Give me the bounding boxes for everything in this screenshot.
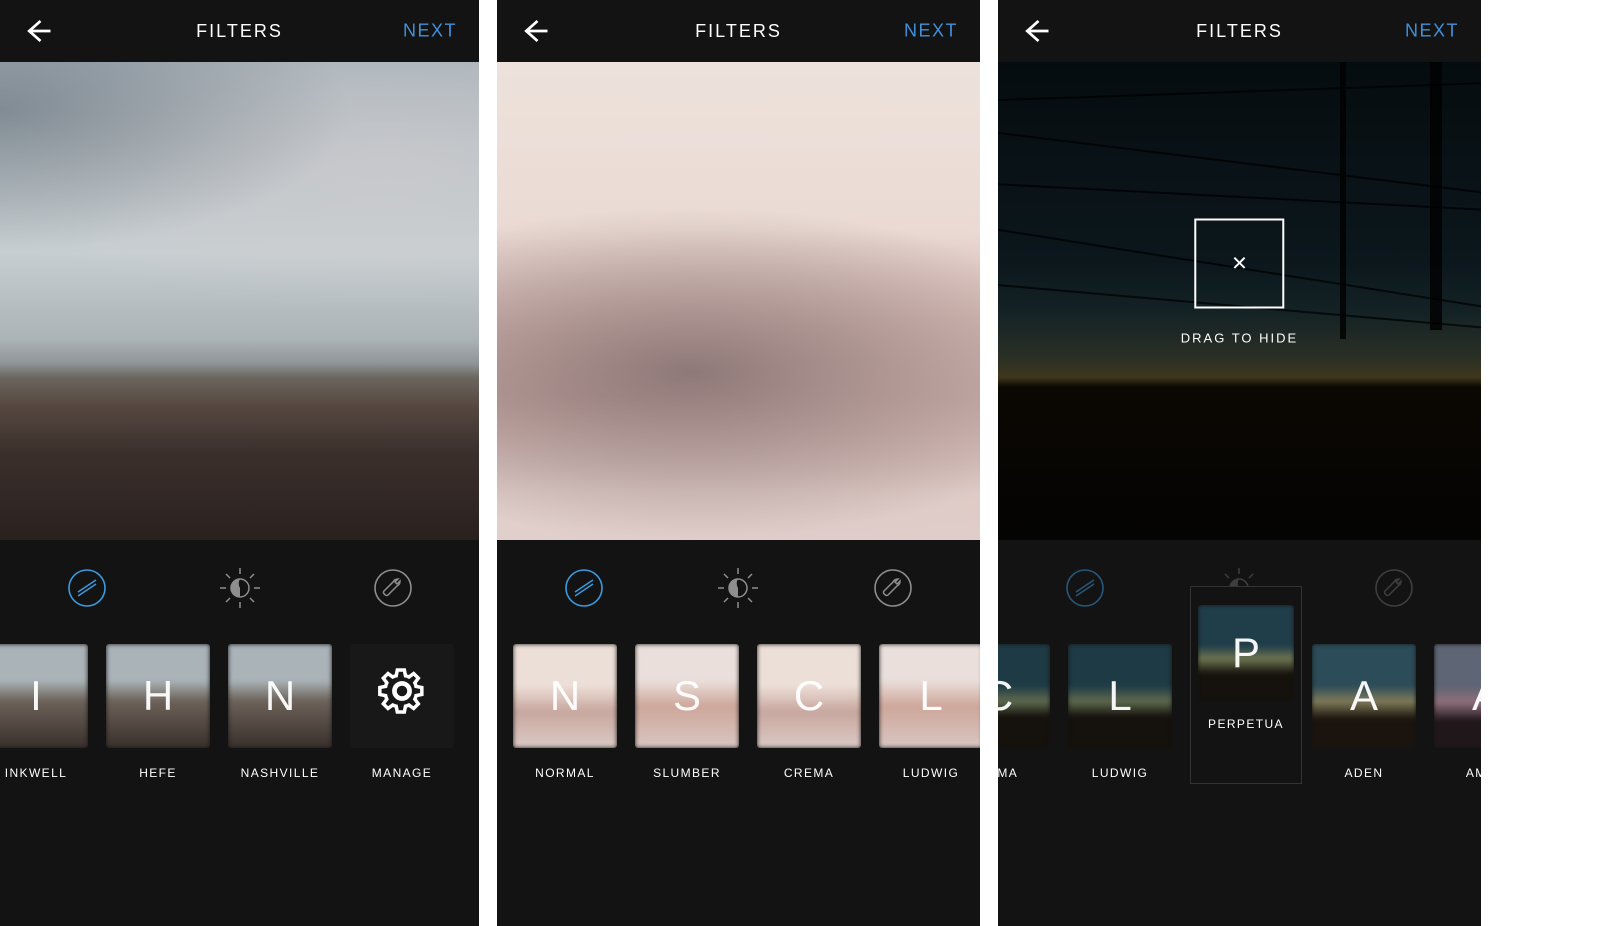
edit-tools-row <box>0 540 479 636</box>
next-button[interactable]: NEXT <box>1405 21 1459 42</box>
app-header: FILTERS NEXT <box>497 0 980 62</box>
dragged-filter-tile[interactable]: P PERPETUA <box>1190 586 1302 784</box>
filter-nashville[interactable]: N NASHVILLE <box>228 644 332 780</box>
filter-thumb-letter: S <box>635 644 739 748</box>
app-header: FILTERS NEXT <box>0 0 479 62</box>
app-header: FILTERS NEXT <box>998 0 1481 62</box>
back-button[interactable] <box>515 11 555 51</box>
filter-tab-button[interactable] <box>59 560 115 616</box>
edit-tools-row <box>497 540 980 636</box>
filter-label: CREMA <box>784 766 834 780</box>
filter-thumb-letter: N <box>228 644 332 748</box>
filter-label: INKWELL <box>5 766 67 780</box>
filter-thumb-letter: N <box>513 644 617 748</box>
header-title: FILTERS <box>1196 21 1283 42</box>
filter-thumb-letter: H <box>106 644 210 748</box>
screen-filters-beach: FILTERS NEXT I INKWELL <box>0 0 479 926</box>
next-button[interactable]: NEXT <box>904 21 958 42</box>
filter-label: NASHVILLE <box>241 766 320 780</box>
filter-label: ADEN <box>1345 766 1384 780</box>
photo-preview[interactable] <box>0 62 479 540</box>
drag-to-hide-label: DRAG TO HIDE <box>1181 330 1298 345</box>
header-title: FILTERS <box>695 21 782 42</box>
tools-tab-button[interactable] <box>1366 560 1422 616</box>
filter-thumb-letter: C <box>757 644 861 748</box>
back-button[interactable] <box>1016 11 1056 51</box>
tools-tab-button[interactable] <box>865 560 921 616</box>
back-arrow-icon <box>1021 16 1051 46</box>
filter-tab-button[interactable] <box>556 560 612 616</box>
filter-label: REMA <box>998 766 1018 780</box>
filter-tab-button[interactable] <box>1057 560 1113 616</box>
filter-thumb-letter: L <box>879 644 980 748</box>
filter-amaro-partial[interactable]: A AMAR <box>1434 644 1481 780</box>
filter-thumb-letter: A <box>1312 644 1416 748</box>
screen-filters-draghide: FILTERS NEXT × DRAG TO HIDE <box>998 0 1481 926</box>
hide-drop-zone[interactable]: × <box>1195 218 1285 308</box>
filter-crema-partial[interactable]: C REMA <box>998 644 1050 780</box>
back-arrow-icon <box>520 16 550 46</box>
lux-button[interactable] <box>212 560 268 616</box>
filter-aden[interactable]: A ADEN <box>1312 644 1416 780</box>
filter-thumb-letter: P <box>1198 605 1294 701</box>
filter-thumb-letter: A <box>1434 644 1481 748</box>
filter-strip[interactable]: I INKWELL H HEFE N NASHVILLE <box>0 636 479 886</box>
next-button[interactable]: NEXT <box>403 21 457 42</box>
filter-slumber[interactable]: S SLUMBER <box>635 644 739 780</box>
filter-crema[interactable]: C CREMA <box>757 644 861 780</box>
preview-image <box>0 62 479 540</box>
filter-normal[interactable]: N NORMAL <box>513 644 617 780</box>
drag-to-hide-target[interactable]: × DRAG TO HIDE <box>1181 218 1298 345</box>
filter-label: AMAR <box>1466 766 1481 780</box>
filter-strip[interactable]: N NORMAL S SLUMBER C CREMA L LUDWIG <box>497 636 980 886</box>
filter-label: HEFE <box>139 766 177 780</box>
close-icon: × <box>1232 248 1247 279</box>
back-button[interactable] <box>18 11 58 51</box>
filter-label: LUDWIG <box>903 766 959 780</box>
filter-ludwig[interactable]: L LUDWIG <box>879 644 980 780</box>
filter-label: PERPETUA <box>1208 717 1284 731</box>
filter-label: NORMAL <box>535 766 595 780</box>
back-arrow-icon <box>23 16 53 46</box>
filter-label: LUDWIG <box>1092 766 1148 780</box>
filter-thumb-letter: I <box>0 644 88 748</box>
filter-hefe[interactable]: H HEFE <box>106 644 210 780</box>
filter-ludwig[interactable]: L LUDWIG <box>1068 644 1172 780</box>
tools-tab-button[interactable] <box>365 560 421 616</box>
gear-icon <box>374 663 430 729</box>
preview-image <box>497 62 980 540</box>
filter-thumb-letter: L <box>1068 644 1172 748</box>
photo-preview[interactable] <box>497 62 980 540</box>
filter-manage[interactable]: MANAGE <box>350 644 454 780</box>
filter-label: SLUMBER <box>653 766 721 780</box>
filter-label: MANAGE <box>372 766 432 780</box>
filter-thumb-letter: C <box>998 644 1050 748</box>
photo-preview[interactable]: × DRAG TO HIDE <box>998 62 1481 540</box>
lux-button[interactable] <box>710 560 766 616</box>
screen-filters-pink: FILTERS NEXT N NORMAL <box>497 0 980 926</box>
header-title: FILTERS <box>196 21 283 42</box>
filter-inkwell[interactable]: I INKWELL <box>0 644 88 780</box>
